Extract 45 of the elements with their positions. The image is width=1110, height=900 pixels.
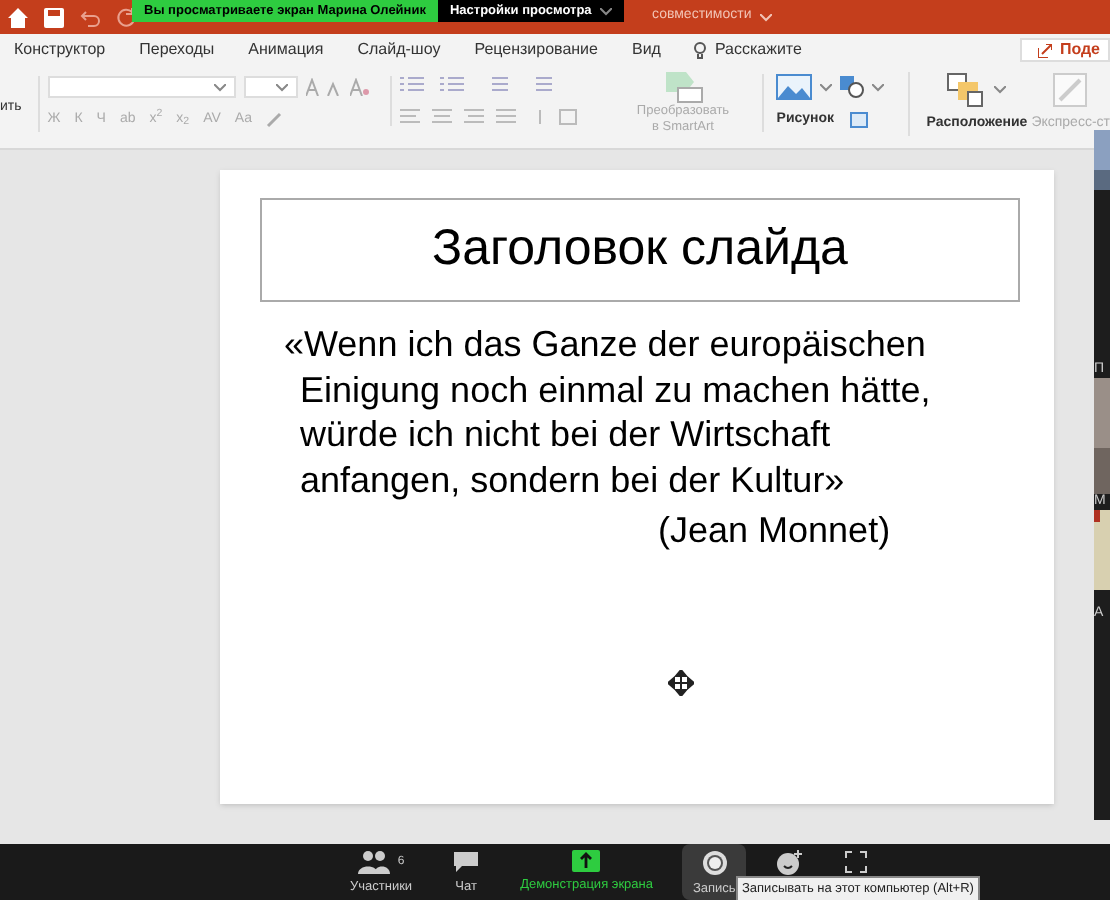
ribbon-tab[interactable]: Анимация bbox=[248, 38, 324, 62]
lightbulb-icon bbox=[694, 41, 707, 59]
ribbon-tab[interactable]: Вид bbox=[631, 38, 661, 62]
quick-styles-icon[interactable] bbox=[1052, 72, 1089, 108]
share-button[interactable]: Поде bbox=[1019, 38, 1110, 62]
undo-icon[interactable] bbox=[80, 7, 100, 27]
quote-line: würde ich nicht bei der Wirtschaft bbox=[298, 412, 833, 457]
quote-line: anfangen, sondern bei der Kultur» bbox=[298, 457, 847, 502]
caret-icon bbox=[820, 83, 833, 91]
save-icon[interactable] bbox=[44, 7, 64, 27]
share-screen-icon bbox=[572, 850, 601, 872]
smartart-icon[interactable] bbox=[661, 72, 705, 104]
tell-me-label[interactable]: Расскажите bbox=[714, 38, 802, 62]
ribbon-tab[interactable]: Конструктор bbox=[14, 38, 106, 62]
caret-icon bbox=[275, 83, 288, 91]
ribbon-tab[interactable]: Слайд-шоу bbox=[357, 38, 441, 62]
text-box-icon[interactable] bbox=[850, 112, 869, 129]
record-icon bbox=[701, 850, 728, 876]
caret-icon bbox=[213, 83, 226, 91]
caret-icon bbox=[994, 86, 1007, 94]
font-grow-icon[interactable] bbox=[305, 78, 342, 96]
home-icon[interactable] bbox=[8, 7, 28, 27]
slide-title: Заголовок слайда bbox=[432, 218, 848, 281]
font-size-field[interactable] bbox=[243, 76, 298, 98]
quote-line: «Wenn ich das Ganze der europäischen bbox=[284, 322, 928, 367]
redo-icon[interactable] bbox=[116, 7, 136, 27]
caret-icon bbox=[759, 13, 772, 21]
people-icon bbox=[357, 850, 390, 874]
shapes-icon[interactable] bbox=[840, 76, 865, 98]
highlighter-icon[interactable] bbox=[265, 112, 282, 129]
frame-icon bbox=[843, 850, 868, 874]
quote-line: Einigung noch einmal zu machen hätte, bbox=[298, 367, 931, 412]
share-icon bbox=[1037, 43, 1052, 57]
ribbon-tab[interactable]: Переходы bbox=[139, 38, 215, 62]
clear-format-icon[interactable] bbox=[349, 78, 370, 96]
caret-icon bbox=[599, 7, 612, 15]
font-field[interactable] bbox=[47, 76, 236, 98]
caret-icon bbox=[872, 83, 885, 91]
arrange-icon[interactable] bbox=[946, 72, 987, 108]
move-cursor-icon bbox=[668, 670, 694, 696]
image-icon[interactable] bbox=[776, 74, 813, 100]
quote-author: (Jean Monnet) bbox=[658, 508, 893, 553]
smiley-plus-icon bbox=[775, 850, 804, 876]
chat-bubble-icon bbox=[452, 850, 481, 874]
ribbon-tab[interactable]: Рецензирование bbox=[474, 38, 598, 62]
